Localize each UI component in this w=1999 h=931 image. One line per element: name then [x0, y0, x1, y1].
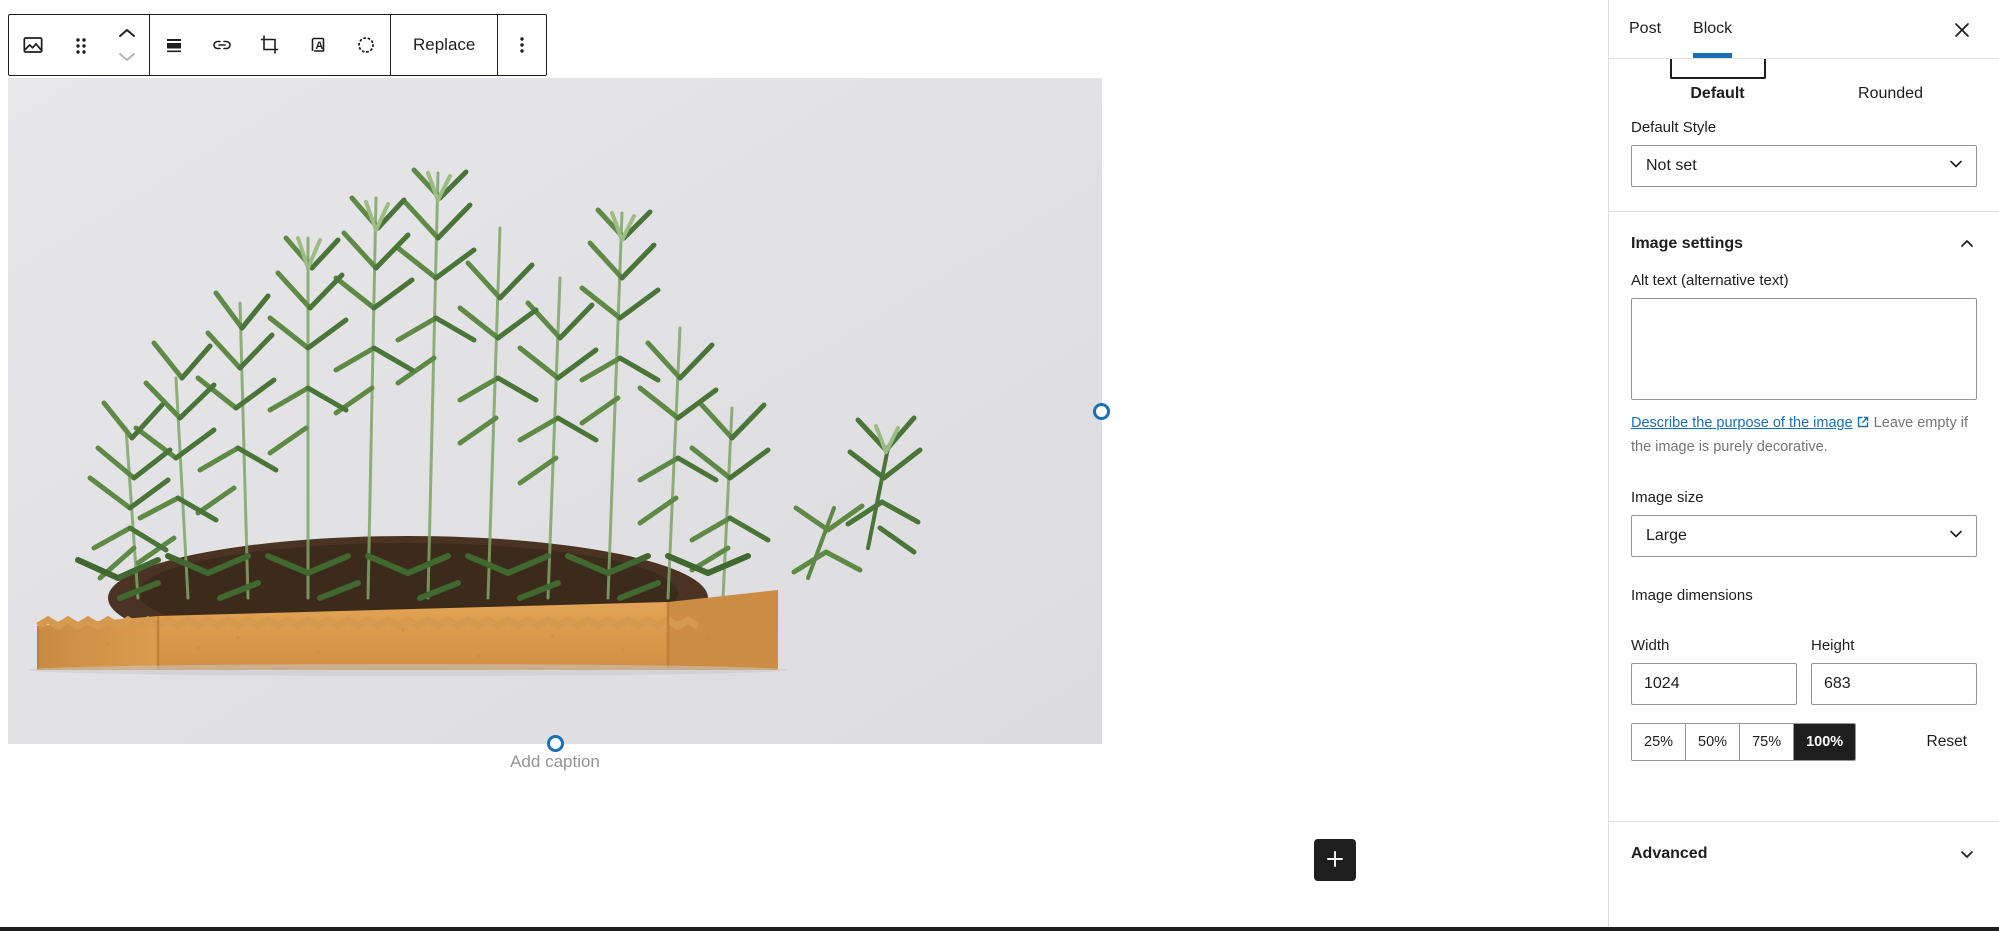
toolbar-group-replace: Replace — [391, 15, 497, 75]
style-label-default: Default — [1690, 85, 1745, 102]
image-caption-input[interactable]: Add caption — [8, 752, 1102, 772]
block-toolbar: A Replace — [8, 14, 548, 76]
height-label: Height — [1811, 636, 1855, 654]
resize-handle-right[interactable] — [1093, 403, 1110, 420]
add-block-button[interactable] — [1314, 839, 1356, 881]
toolbar-group-format: A — [150, 15, 390, 75]
sidebar-scroll-body[interactable]: Default Rounded Default Style Not set Im… — [1609, 59, 1999, 927]
image-block-type-button[interactable] — [9, 15, 57, 75]
style-preview-rounded — [1842, 59, 1939, 79]
scale-percentage-group: 25% 50% 75% 100% — [1631, 722, 1857, 761]
block-style-variations: Default Rounded — [1609, 59, 1999, 103]
image-size-select[interactable]: Large — [1631, 514, 1977, 557]
tab-block[interactable]: Block — [1693, 0, 1748, 58]
plus-icon — [1324, 848, 1346, 873]
image-size-label: Image size — [1631, 488, 1704, 506]
close-sidebar-button[interactable] — [1943, 12, 1981, 50]
default-style-select[interactable]: Not set — [1631, 145, 1977, 187]
scale-50-button[interactable]: 50% — [1686, 723, 1741, 760]
scale-100-button[interactable]: 100% — [1794, 723, 1856, 760]
advanced-panel: Advanced — [1609, 820, 1999, 882]
image-size-select-wrap[interactable]: Large — [1631, 514, 1977, 557]
describe-purpose-link[interactable]: Describe the purpose of the image — [1631, 415, 1853, 431]
alt-text-help: Describe the purpose of the image Leave … — [1631, 412, 1977, 459]
more-options-button[interactable] — [498, 15, 546, 75]
default-style-field: Default Style Not set — [1609, 119, 1999, 187]
image-figure[interactable] — [8, 78, 1102, 744]
width-label: Width — [1631, 636, 1670, 654]
more-options-icon — [519, 34, 525, 56]
chevron-down-icon[interactable] — [1957, 844, 1977, 864]
style-option-rounded[interactable]: Rounded — [1804, 59, 1977, 103]
duotone-filter-icon — [353, 32, 379, 58]
external-link-icon — [1856, 414, 1870, 436]
advanced-title: Advanced — [1631, 844, 1708, 862]
scale-percentage-row: 25% 50% 75% 100% Reset — [1609, 722, 1999, 761]
default-style-select-wrap[interactable]: Not set — [1631, 145, 1977, 187]
editor-canvas: A Replace Add caption — [0, 0, 1608, 927]
alt-text-label: Alt text (alternative text) — [1631, 272, 1789, 289]
link-button[interactable] — [198, 15, 246, 75]
align-center-icon — [162, 33, 186, 57]
style-label-rounded: Rounded — [1858, 85, 1923, 102]
sidebar-tab-bar: Post Block — [1609, 0, 1999, 59]
text-over-image-icon: A — [305, 32, 331, 58]
toolbar-group-block — [9, 15, 149, 75]
svg-text:A: A — [315, 40, 323, 52]
height-field: Height — [1811, 637, 1977, 705]
alt-text-input[interactable] — [1631, 298, 1977, 400]
toolbar-group-more — [498, 15, 546, 75]
default-style-label: Default Style — [1631, 119, 1717, 136]
advanced-header[interactable]: Advanced — [1609, 822, 1999, 882]
chevron-down-icon — [112, 46, 142, 68]
style-preview-default — [1669, 59, 1766, 79]
tab-post[interactable]: Post — [1629, 0, 1677, 56]
image-block[interactable] — [8, 78, 1110, 752]
image-settings-panel: Image settings Alt text (alternative tex… — [1609, 211, 1999, 761]
image-settings-title: Image settings — [1631, 235, 1744, 252]
drag-handle-icon — [74, 34, 88, 56]
drag-handle-button[interactable] — [57, 15, 105, 75]
wordpress-block-editor: A Replace Add caption Post Block Default… — [0, 0, 1999, 931]
image-dimensions-label: Image dimensions — [1631, 586, 1753, 604]
replace-button[interactable]: Replace — [391, 15, 497, 75]
text-over-image-button[interactable]: A — [294, 15, 342, 75]
crop-icon — [257, 32, 283, 58]
width-field: Width — [1631, 637, 1797, 705]
link-icon — [209, 32, 235, 58]
width-input[interactable] — [1631, 662, 1797, 705]
filter-button[interactable] — [342, 15, 390, 75]
height-input[interactable] — [1811, 662, 1977, 705]
image-dimensions-field: Image dimensions — [1609, 587, 1999, 604]
image-size-field: Image size Large — [1609, 489, 1999, 557]
crop-button[interactable] — [246, 15, 294, 75]
close-icon — [1951, 19, 1973, 44]
reset-dimensions-button[interactable]: Reset — [1917, 727, 1978, 757]
rosemary-plant-image — [8, 78, 1102, 744]
chevron-up-icon[interactable] — [1957, 234, 1977, 254]
resize-handle-bottom[interactable] — [547, 735, 564, 752]
chevron-up-icon[interactable] — [112, 22, 142, 44]
image-settings-header[interactable]: Image settings — [1609, 212, 1999, 272]
style-option-default[interactable]: Default — [1631, 59, 1804, 103]
block-movers[interactable] — [105, 15, 149, 75]
scale-75-button[interactable]: 75% — [1740, 723, 1795, 760]
align-button[interactable] — [150, 15, 198, 75]
dimension-inputs-row: Width Height — [1609, 637, 1999, 705]
block-settings-sidebar: Post Block Default Rounded Default Style… — [1608, 0, 1999, 927]
scale-25-button[interactable]: 25% — [1632, 723, 1687, 760]
image-icon — [20, 32, 46, 58]
alt-text-field: Alt text (alternative text) Describe the… — [1609, 272, 1999, 459]
